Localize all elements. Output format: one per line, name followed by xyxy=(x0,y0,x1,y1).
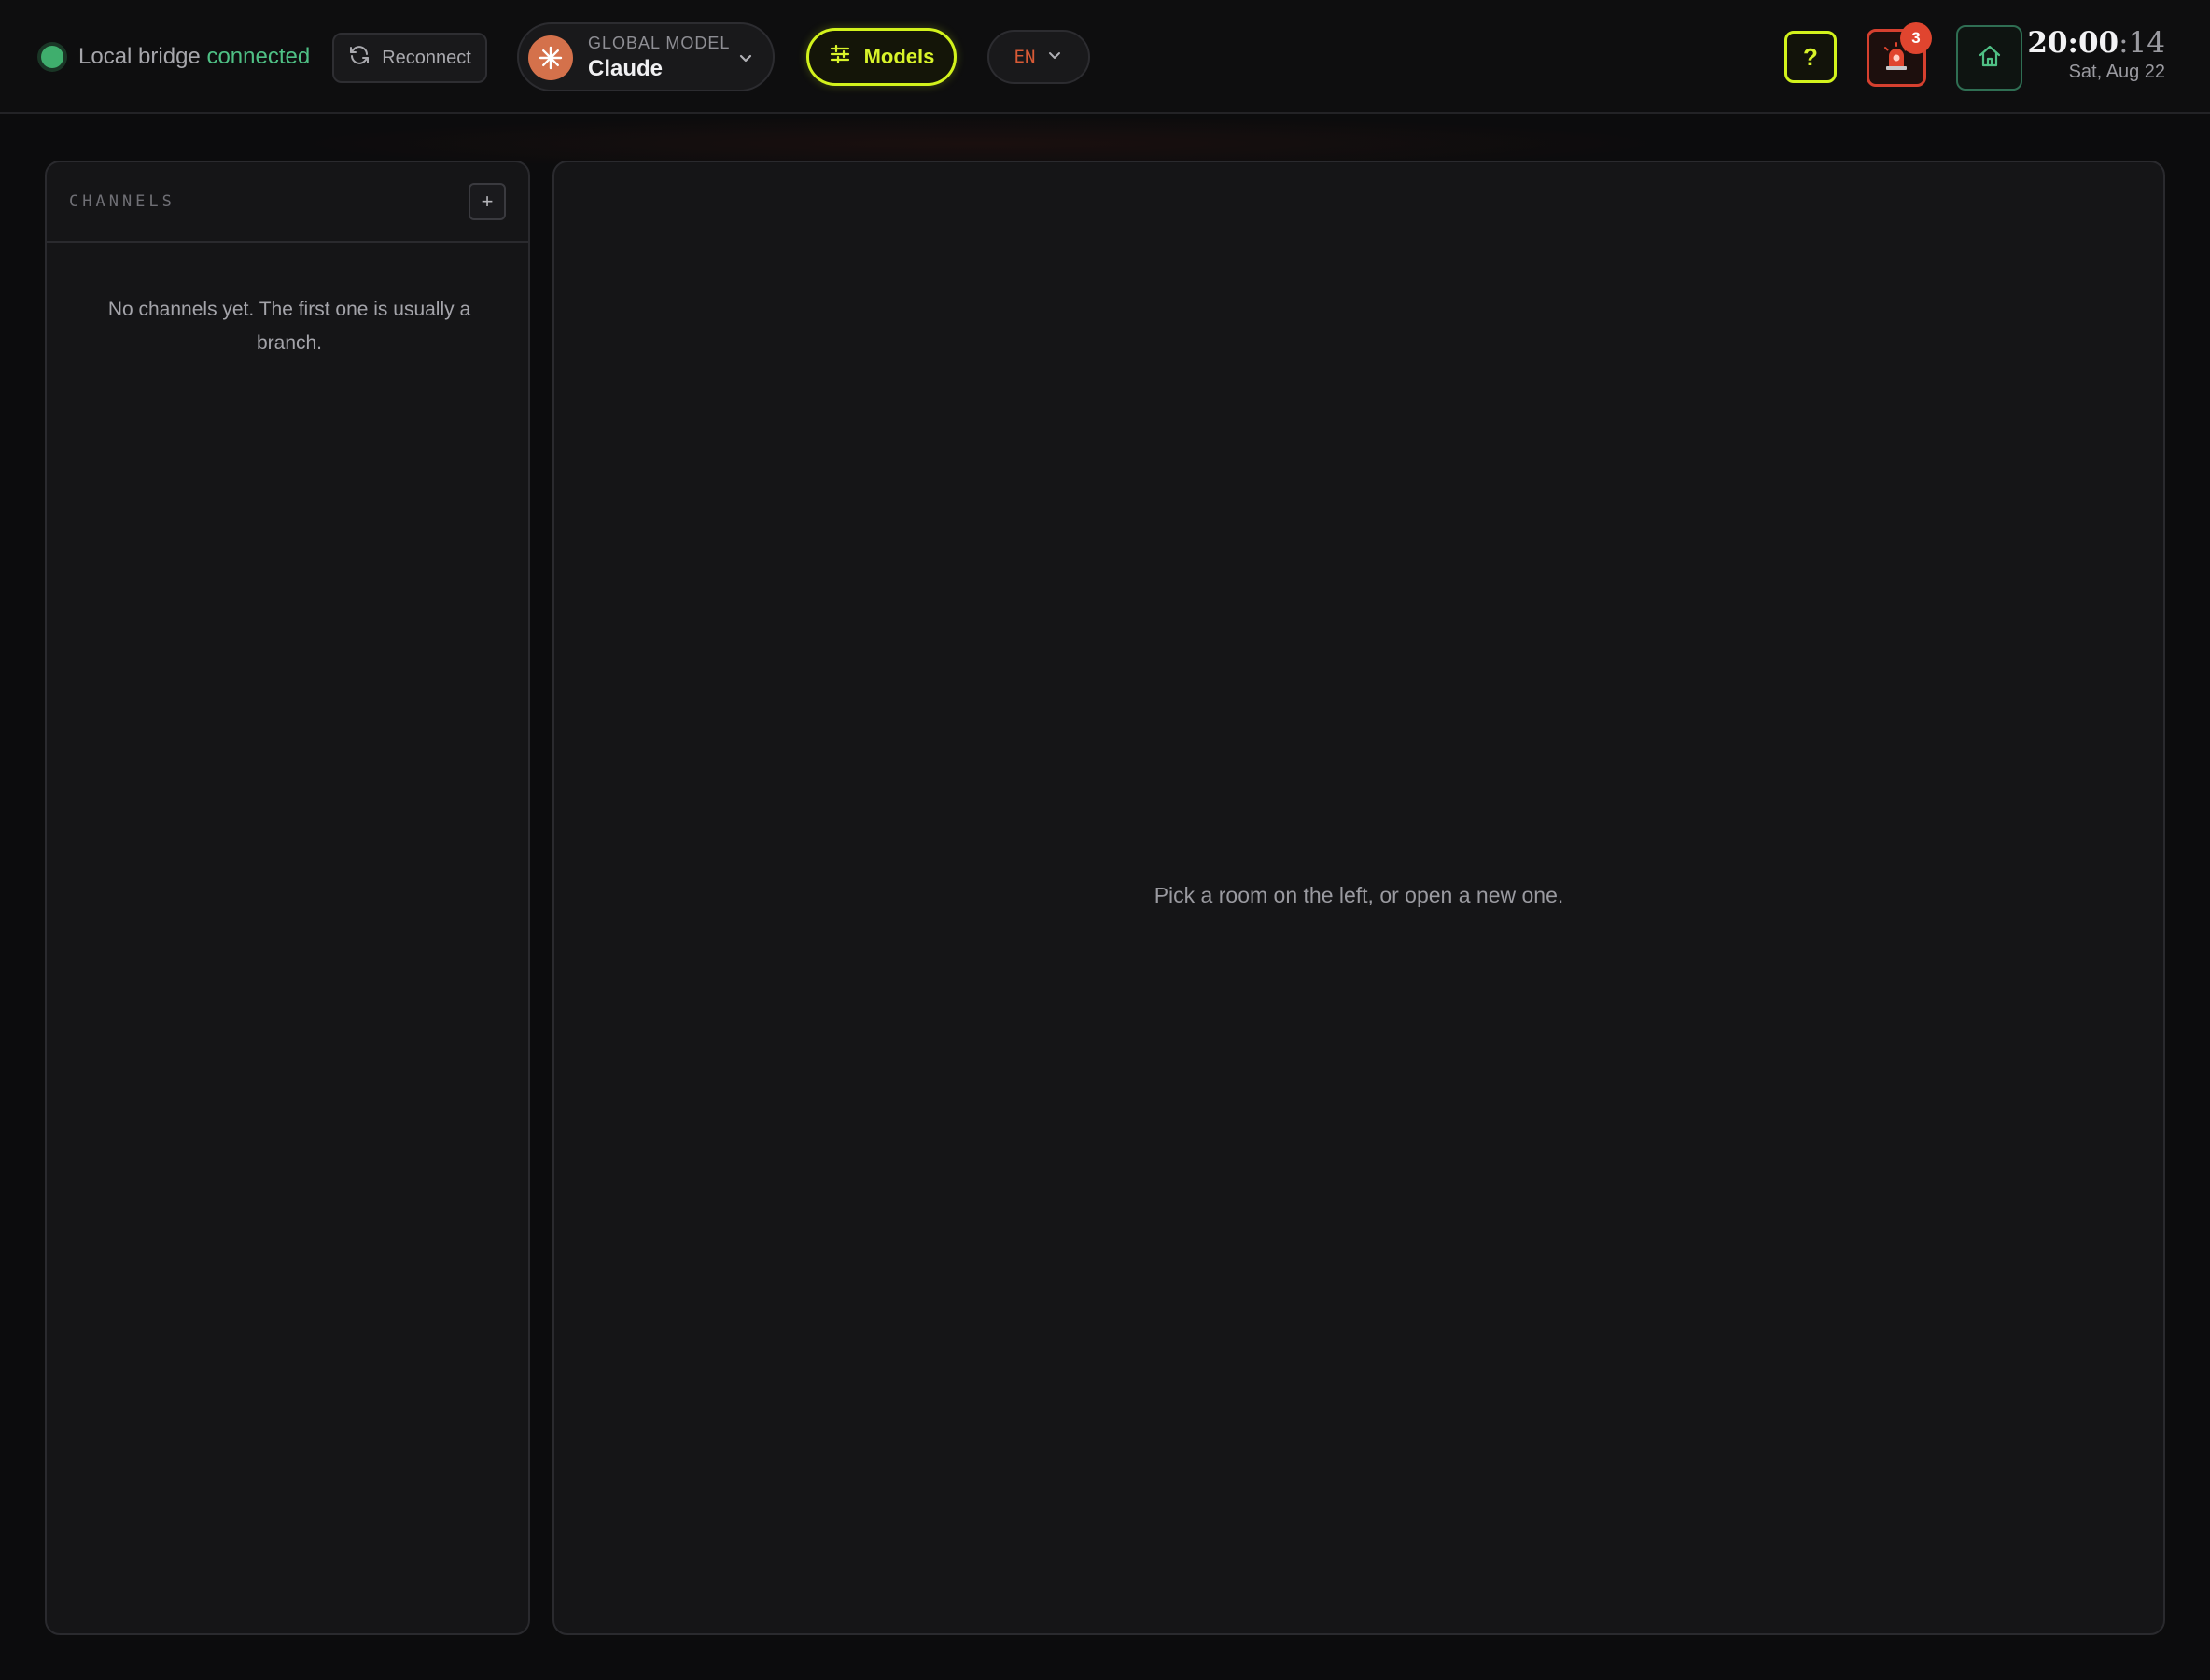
models-button[interactable]: Models xyxy=(806,28,957,86)
global-model-caption: GLOBAL MODEL xyxy=(588,34,731,52)
channels-title: CHANNELS xyxy=(69,192,175,211)
clock-time: 20:00:14 xyxy=(2027,26,2165,60)
help-button[interactable]: ? xyxy=(1784,31,1837,83)
global-model-selector[interactable]: GLOBAL MODEL Claude xyxy=(517,22,775,91)
bridge-status-value: connected xyxy=(206,44,311,69)
models-label: Models xyxy=(863,45,935,68)
channels-sidebar: CHANNELS + No channels yet. The first on… xyxy=(45,161,530,1635)
sliders-icon xyxy=(829,43,851,71)
global-model-name: Claude xyxy=(588,56,664,81)
top-bar: Local bridge connected Reconnect GLOBAL … xyxy=(0,0,2210,114)
clock-date: Sat, Aug 22 xyxy=(2068,62,2165,82)
room-panel: Pick a room on the left, or open a new o… xyxy=(552,161,2165,1635)
alert-count-badge: 3 xyxy=(1900,22,1932,54)
language-value: EN xyxy=(1014,47,1036,67)
channels-empty-state: No channels yet. The first one is usuall… xyxy=(107,299,471,354)
clock-hours-minutes: 20:00 xyxy=(2027,26,2119,60)
bridge-status-text: Local bridge connected xyxy=(78,44,310,70)
help-label: ? xyxy=(1803,42,1818,71)
home-button[interactable] xyxy=(1956,25,2022,91)
add-channel-button[interactable]: + xyxy=(469,183,506,220)
reconnect-button[interactable]: Reconnect xyxy=(332,33,487,83)
chevron-down-icon xyxy=(1046,47,1063,68)
home-icon xyxy=(1977,43,2003,74)
channels-header: CHANNELS + xyxy=(47,162,528,243)
language-select[interactable]: EN xyxy=(987,30,1090,84)
bridge-status-label: Local bridge xyxy=(78,44,201,69)
bridge-status: Local bridge connected xyxy=(41,43,310,71)
chevron-down-icon xyxy=(735,49,756,74)
clock-seconds: :14 xyxy=(2119,26,2165,60)
room-empty-state: Pick a room on the left, or open a new o… xyxy=(1154,883,1564,907)
refresh-icon xyxy=(348,44,371,72)
reconnect-label: Reconnect xyxy=(382,47,471,68)
status-dot-icon xyxy=(41,46,63,68)
claude-sunburst-icon xyxy=(528,35,573,80)
